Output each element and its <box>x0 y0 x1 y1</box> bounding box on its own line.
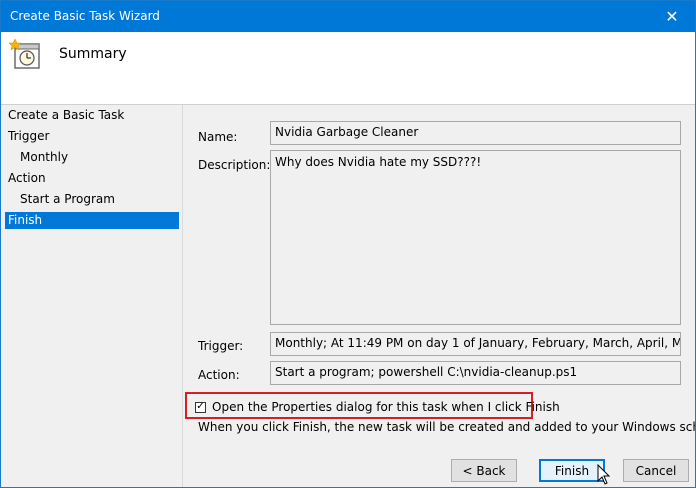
description-label: Description: <box>198 158 271 172</box>
finish-info-text: When you click Finish, the new task will… <box>198 420 696 434</box>
task-scheduler-icon <box>9 39 40 69</box>
wizard-window: Create Basic Task Wizard ✕ Summary Creat… <box>0 0 696 488</box>
trigger-label: Trigger: <box>198 339 244 353</box>
wizard-steps-sidebar: Create a Basic Task Trigger Monthly Acti… <box>1 105 181 487</box>
checkmark-icon: ✓ <box>196 401 205 412</box>
trigger-field[interactable]: Monthly; At 11:49 PM on day 1 of January… <box>270 332 681 356</box>
step-create-basic-task[interactable]: Create a Basic Task <box>5 107 179 124</box>
description-field[interactable]: Why does Nvidia hate my SSD???! <box>270 150 681 325</box>
step-finish[interactable]: Finish <box>5 212 179 229</box>
cancel-button[interactable]: Cancel <box>623 459 689 482</box>
action-field[interactable]: Start a program; powershell C:\nvidia-cl… <box>270 361 681 385</box>
title-bar: Create Basic Task Wizard ✕ <box>1 1 695 32</box>
step-trigger[interactable]: Trigger <box>5 128 179 145</box>
open-properties-label[interactable]: Open the Properties dialog for this task… <box>212 400 560 414</box>
mouse-cursor-icon <box>597 464 611 485</box>
wizard-header: Summary <box>1 32 695 105</box>
open-properties-option[interactable]: ✓ Open the Properties dialog for this ta… <box>195 399 560 415</box>
sidebar-divider <box>182 105 183 487</box>
window-title: Create Basic Task Wizard <box>10 9 160 23</box>
page-title: Summary <box>59 46 127 62</box>
step-start-a-program[interactable]: Start a Program <box>5 191 179 208</box>
step-action[interactable]: Action <box>5 170 179 187</box>
name-label: Name: <box>198 130 238 144</box>
back-button[interactable]: < Back <box>451 459 517 482</box>
step-monthly[interactable]: Monthly <box>5 149 179 166</box>
action-label: Action: <box>198 368 240 382</box>
name-field[interactable]: Nvidia Garbage Cleaner <box>270 121 681 145</box>
open-properties-checkbox[interactable]: ✓ <box>195 401 206 413</box>
close-icon[interactable]: ✕ <box>649 1 695 32</box>
finish-button[interactable]: Finish <box>539 459 605 482</box>
